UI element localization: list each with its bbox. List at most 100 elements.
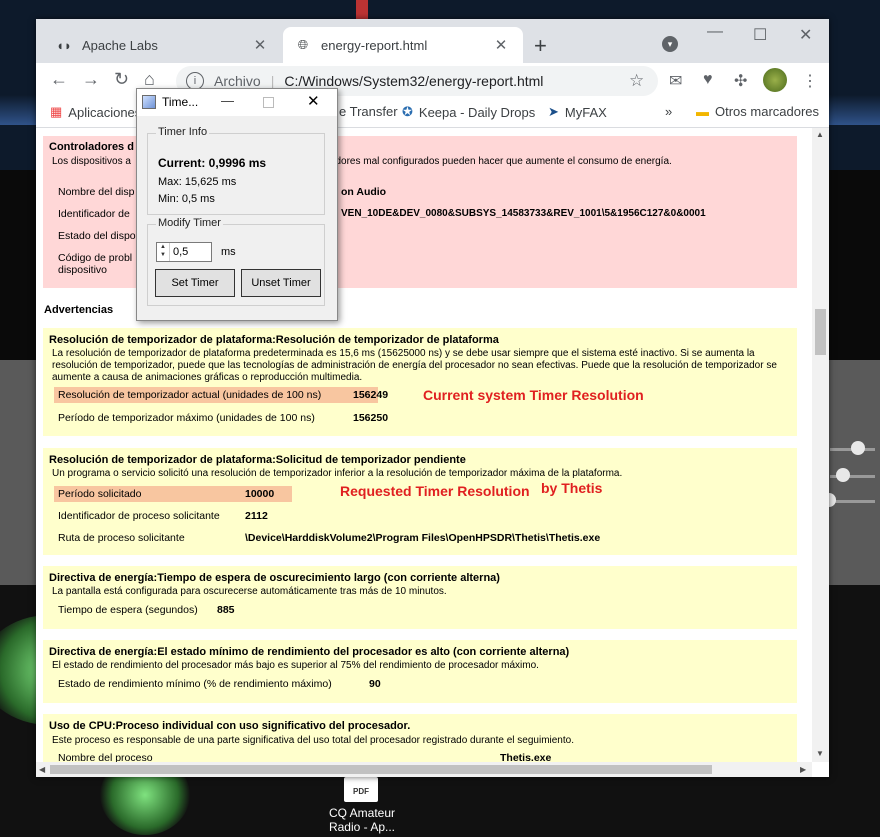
home-icon[interactable]: ⌂ <box>144 69 155 90</box>
tab-bar: ◖◗ Apache Labs ✕ 🌐︎ energy-report.html ✕… <box>36 19 829 63</box>
section-title: Uso de CPU:Proceso individual con uso si… <box>49 720 411 732</box>
row-label: Estado de rendimiento mínimo (% de rendi… <box>58 678 332 690</box>
dialog-titlebar[interactable]: Time... — ✕ <box>137 89 337 116</box>
horizontal-scroll-thumb[interactable] <box>50 765 712 774</box>
section-description: El estado de rendimiento del procesador … <box>52 660 539 671</box>
bookmark-star-icon[interactable]: ☆ <box>629 71 644 91</box>
annotation-by-thetis: by Thetis <box>541 480 603 496</box>
annotation-requested: Requested Timer Resolution <box>340 483 530 499</box>
unset-timer-button[interactable]: Unset Timer <box>241 269 321 297</box>
scroll-right-arrow-icon[interactable]: ▶ <box>800 765 806 774</box>
extension-heart-icon[interactable]: ♥ <box>703 71 713 89</box>
bookmark-otros-marcadores[interactable]: ▬ Otros marcadores <box>696 104 819 119</box>
bookmark-keepa[interactable]: ✪ Keepa - Daily Drops <box>402 104 535 120</box>
spectrum-marker <box>356 0 368 20</box>
slider-knob[interactable] <box>836 468 850 482</box>
back-arrow-icon[interactable]: ← <box>50 69 68 90</box>
bookmark-aplicaciones[interactable]: ▦ Aplicaciones <box>50 104 141 120</box>
maximize-icon[interactable] <box>263 97 274 108</box>
group-title: Timer Info <box>156 126 210 138</box>
warning-section-dim-timeout: Directiva de energía:Tiempo de espera de… <box>43 566 797 629</box>
max-resolution: Max: 15,625 ms <box>158 176 237 188</box>
section-title: Resolución de temporizador de plataforma… <box>49 454 466 466</box>
desktop-icon-label[interactable]: CQ Amateur Radio - Ap... <box>322 806 402 834</box>
section-description: Un programa o servicio solicitó una reso… <box>52 468 623 479</box>
myfax-icon: ➤ <box>548 104 559 119</box>
close-tab-icon[interactable]: ✕ <box>493 36 509 54</box>
slider-knob[interactable] <box>851 441 865 455</box>
group-title: Modify Timer <box>156 217 223 229</box>
row-value: 2112 <box>245 510 268 522</box>
tab-energy-report[interactable]: 🌐︎ energy-report.html ✕ <box>283 27 523 63</box>
pdf-file-icon[interactable]: PDF <box>344 777 378 802</box>
set-timer-button[interactable]: Set Timer <box>155 269 235 297</box>
timer-info-group: Timer Info Current: 0,9996 ms Max: 15,62… <box>147 126 325 215</box>
row-value: 10000 <box>245 488 275 500</box>
row-value: on Audio <box>341 186 387 198</box>
section-title: Controladores d <box>49 141 134 153</box>
scroll-left-arrow-icon[interactable]: ◀ <box>39 765 45 774</box>
row-label: Código de probl dispositivo <box>58 252 133 276</box>
stepper-arrows-icon[interactable]: ▲ ▼ <box>157 243 170 261</box>
row-label: Resolución de temporizador actual (unida… <box>58 389 322 401</box>
forward-arrow-icon[interactable]: → <box>82 69 100 90</box>
timer-value-stepper[interactable]: ▲ ▼ 0,5 <box>156 242 212 262</box>
row-label: Período de temporizador máximo (unidades… <box>58 412 315 424</box>
apache-labs-favicon-icon: ◖◗ <box>56 37 72 53</box>
section-title: Directiva de energía:Tiempo de espera de… <box>49 572 500 584</box>
close-tab-icon[interactable]: ✕ <box>252 36 268 54</box>
bookmark-myfax[interactable]: ➤ MyFAX <box>548 104 607 120</box>
tab-title: Apache Labs <box>82 37 158 53</box>
tab-title: energy-report.html <box>321 37 428 53</box>
row-value: VEN_10DE&DEV_0080&SUBSYS_14583733&REV_10… <box>341 208 706 219</box>
row-label: Identificador de proceso solicitante <box>58 510 220 522</box>
row-value: 156250 <box>353 412 389 424</box>
warning-section-cpu-usage: Uso de CPU:Proceso individual con uso si… <box>43 714 797 762</box>
row-value: 156249 <box>353 389 389 401</box>
scroll-down-arrow-icon[interactable]: ▼ <box>816 749 824 758</box>
keepa-icon: ✪ <box>402 104 413 119</box>
mail-icon[interactable]: ✉ <box>669 71 682 91</box>
reload-icon[interactable]: ↻ <box>114 69 129 90</box>
row-label: Tiempo de espera (segundos) <box>58 604 198 616</box>
profile-avatar[interactable] <box>763 68 787 92</box>
warnings-heading: Advertencias <box>44 304 114 316</box>
new-tab-button[interactable]: + <box>534 33 547 59</box>
bookmark-label: Otros marcadores <box>715 104 820 119</box>
tab-search-icon[interactable]: ▾ <box>662 36 678 52</box>
bookmark-label: MyFAX <box>564 104 607 120</box>
row-value: 90 <box>369 678 381 690</box>
more-bookmarks-button[interactable]: » <box>665 104 672 119</box>
timer-value-input[interactable]: 0,5 <box>173 246 188 258</box>
close-window-icon[interactable]: ✕ <box>799 25 812 45</box>
bookmark-label: Aplicaciones <box>68 104 142 120</box>
maximize-window-icon[interactable]: ☐ <box>753 25 767 45</box>
section-description: La pantalla está configurada para oscure… <box>52 586 447 597</box>
bookmark-label: e Transfer <box>339 104 398 119</box>
warning-section-pending-request: Resolución de temporizador de plataforma… <box>43 448 797 555</box>
row-label: Nombre del disp <box>58 186 135 198</box>
bookmark-transfer[interactable]: e Transfer <box>339 104 398 119</box>
vertical-scroll-thumb[interactable] <box>815 309 826 355</box>
row-value: Thetis.exe <box>500 752 552 762</box>
close-icon[interactable]: ✕ <box>307 92 320 110</box>
warning-section-timer-resolution: Resolución de temporizador de plataforma… <box>43 328 797 436</box>
puzzle-extensions-icon[interactable]: ✣ <box>734 71 747 91</box>
minimize-window-icon[interactable]: — <box>707 23 723 41</box>
section-description: Este proceso es responsable de una parte… <box>52 735 574 746</box>
address-scheme: Archivo <box>214 73 261 89</box>
current-resolution: Current: 0,9996 ms <box>158 156 267 170</box>
address-url[interactable]: C:/Windows/System32/energy-report.html <box>284 73 543 89</box>
row-value: \Device\HarddiskVolume2\Program Files\Op… <box>245 532 601 544</box>
folder-icon: ▬ <box>696 104 709 119</box>
scroll-up-arrow-icon[interactable]: ▲ <box>816 130 824 139</box>
horizontal-scrollbar[interactable]: ◀ ▶ <box>36 762 812 777</box>
tab-apache-labs[interactable]: ◖◗ Apache Labs ✕ <box>44 27 282 63</box>
row-value: 885 <box>217 604 235 616</box>
menu-kebab-icon[interactable]: ⋮ <box>802 71 818 91</box>
section-title: Resolución de temporizador de plataforma… <box>49 334 499 346</box>
slider-track <box>830 500 875 503</box>
minimize-icon[interactable]: — <box>221 93 234 108</box>
vertical-scrollbar[interactable]: ▲ ▼ <box>812 128 829 762</box>
min-resolution: Min: 0,5 ms <box>158 193 215 205</box>
